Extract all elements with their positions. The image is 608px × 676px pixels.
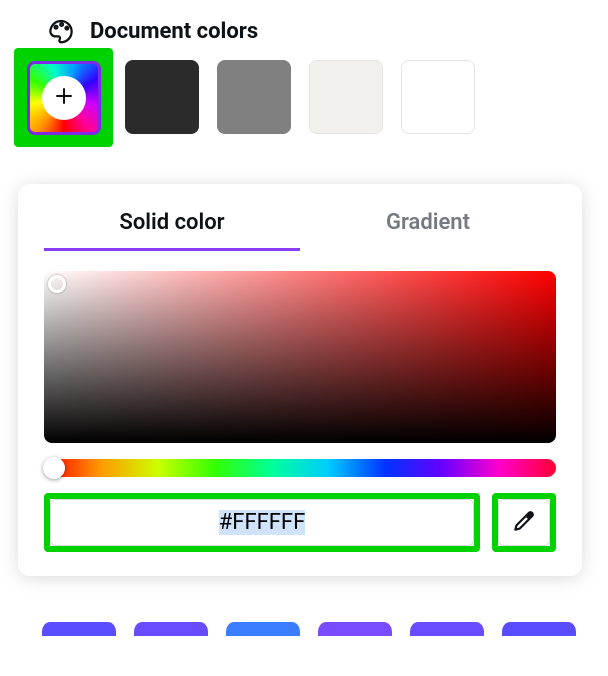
tab-underline — [44, 248, 300, 251]
sv-cursor[interactable] — [48, 275, 66, 293]
document-colors-title: Document colors — [90, 19, 258, 44]
color-swatch[interactable] — [401, 60, 475, 134]
eyedropper-button[interactable] — [498, 499, 550, 546]
tab-gradient[interactable]: Gradient — [300, 198, 556, 251]
peek-swatch — [410, 622, 484, 636]
color-mode-tabs: Solid color Gradient — [44, 198, 556, 251]
peek-swatch — [226, 622, 300, 636]
tab-solid-color[interactable]: Solid color — [44, 198, 300, 251]
peek-swatch — [42, 622, 116, 636]
color-picker-panel: Solid color Gradient #FFFFFF — [18, 184, 582, 576]
bottom-swatch-peek — [42, 622, 576, 636]
plus-icon — [52, 84, 76, 112]
eyedropper-icon — [511, 508, 537, 538]
eyedropper-highlight — [492, 493, 556, 552]
hex-input-highlight: #FFFFFF — [44, 493, 480, 552]
swatch-row — [0, 60, 608, 147]
hex-value: #FFFFFF — [219, 510, 306, 535]
saturation-value-box[interactable] — [44, 271, 556, 443]
add-color-swatch[interactable] — [27, 61, 101, 135]
hue-slider[interactable] — [44, 459, 556, 477]
peek-swatch — [502, 622, 576, 636]
color-swatch[interactable] — [217, 60, 291, 134]
peek-swatch — [134, 622, 208, 636]
palette-icon — [46, 16, 76, 46]
peek-swatch — [318, 622, 392, 636]
color-swatch[interactable] — [125, 60, 199, 134]
hex-input[interactable]: #FFFFFF — [50, 499, 474, 546]
color-swatch[interactable] — [309, 60, 383, 134]
hue-thumb[interactable] — [43, 457, 65, 479]
add-color-highlight — [14, 48, 113, 147]
